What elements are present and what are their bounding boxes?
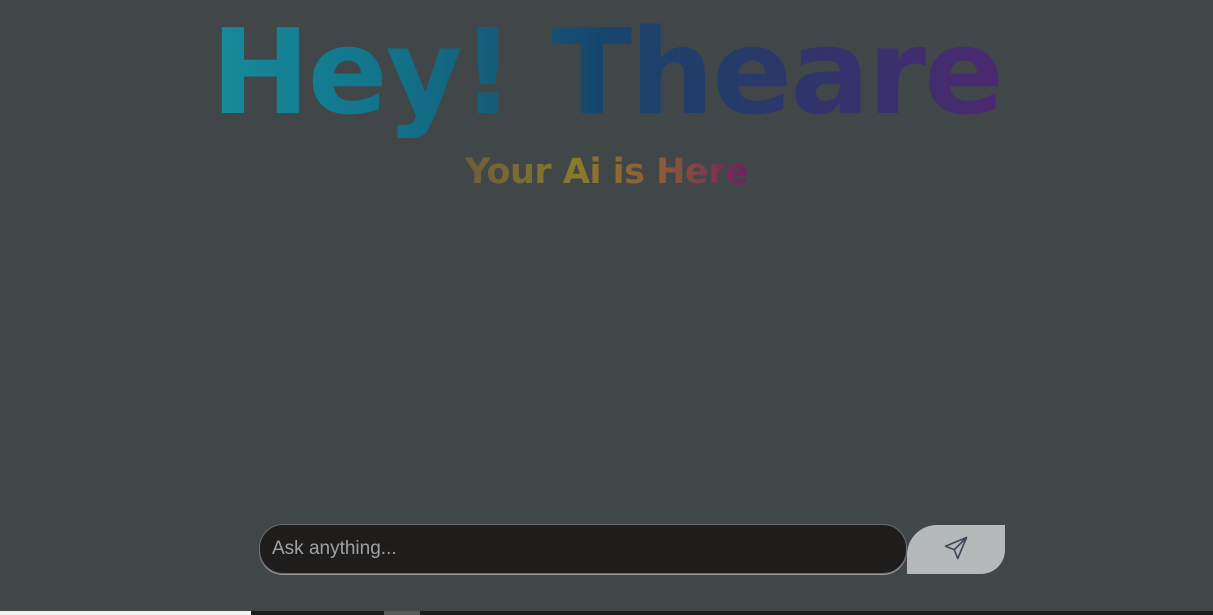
prompt-input[interactable] [259,524,907,574]
send-icon [942,534,970,565]
taskbar-strip [0,611,1213,615]
hero-subtitle: Your Ai is Here [0,152,1213,192]
hero-title: Hey! Theare [0,7,1213,138]
chat-composer [259,524,1005,574]
taskbar-tab[interactable] [384,611,420,615]
hero-subtitle-text: Your Ai is Here [461,152,752,192]
send-button[interactable] [907,525,1005,574]
taskbar-left-segment [0,611,251,615]
